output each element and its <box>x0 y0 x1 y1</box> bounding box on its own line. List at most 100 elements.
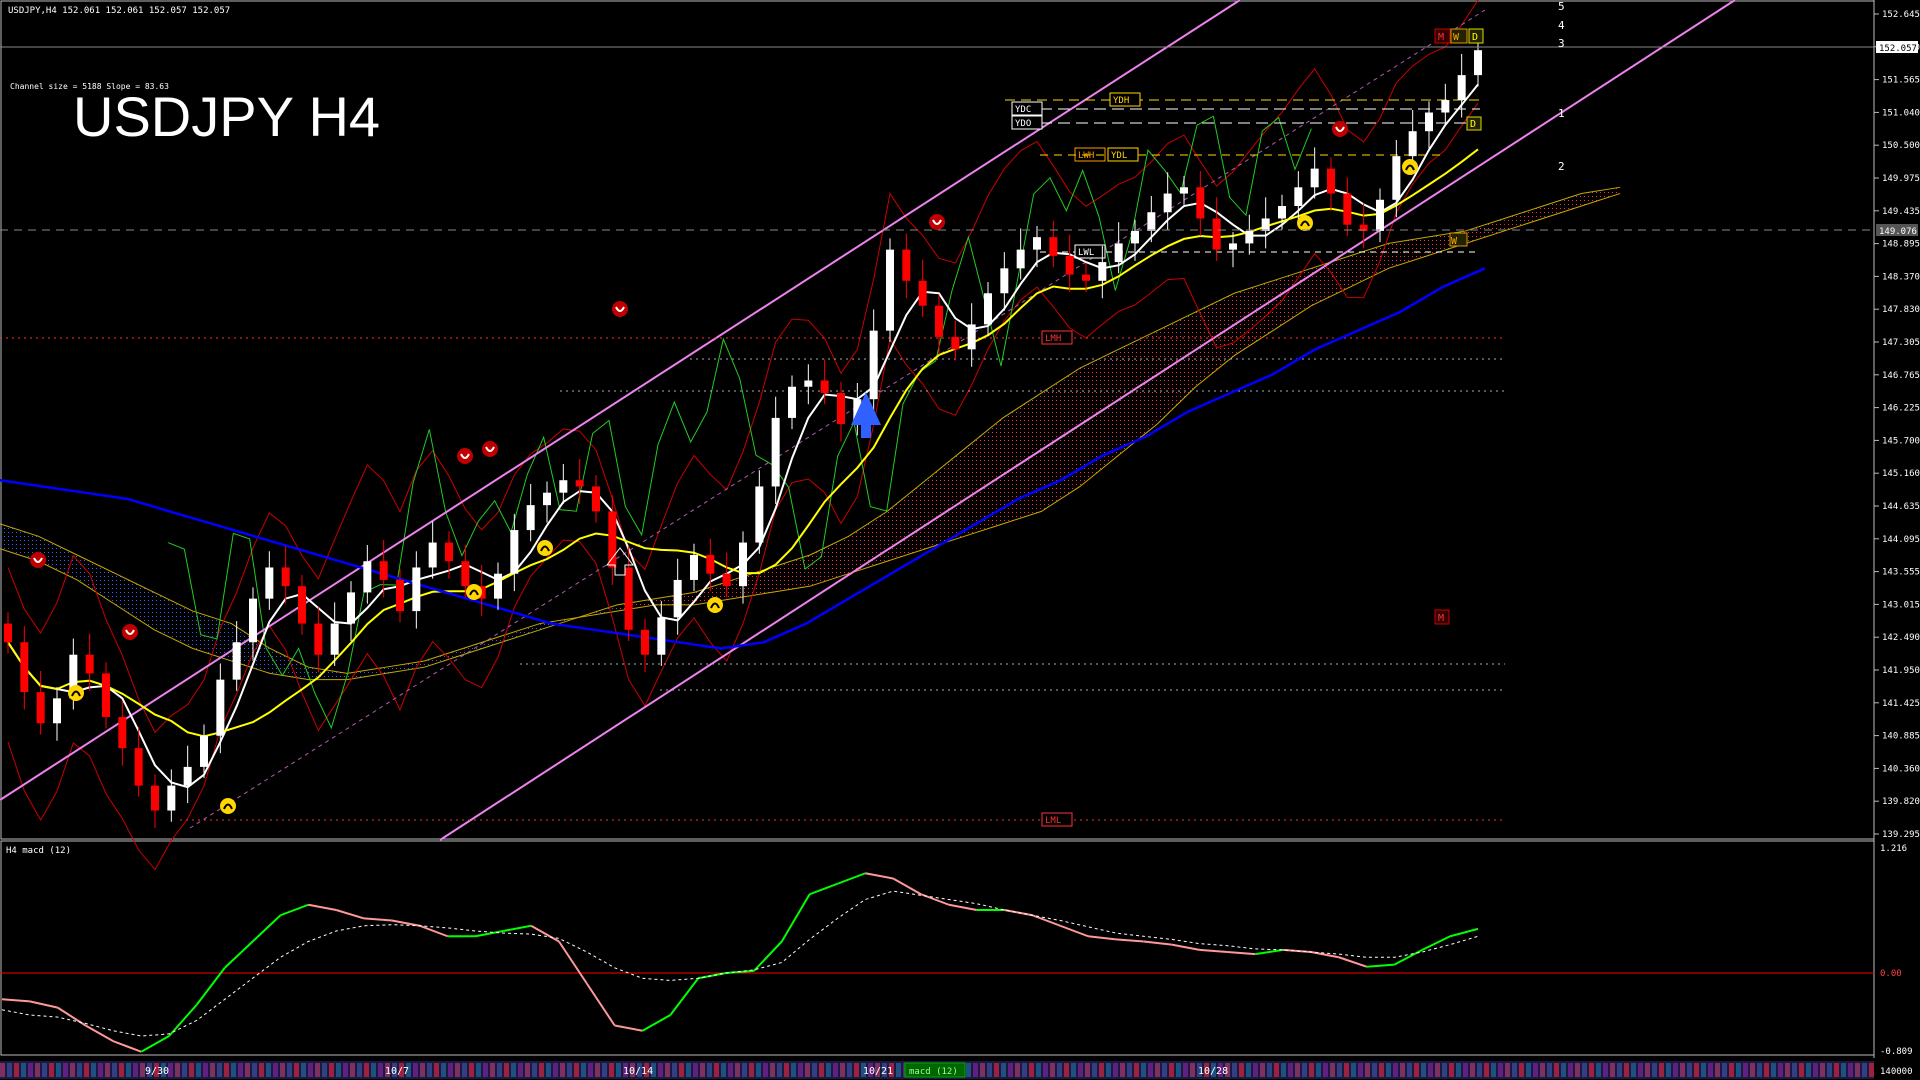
candle-body <box>36 692 45 724</box>
date-strip-cell <box>91 1063 96 1077</box>
macd-segment <box>1255 948 1284 956</box>
date-strip-cell <box>266 1063 271 1077</box>
fractal-high-marker <box>612 301 628 317</box>
date-strip-cell <box>1022 1063 1027 1077</box>
candle-body <box>216 679 225 736</box>
date-strip-cell <box>1484 1063 1489 1077</box>
date-strip-cell <box>1309 1063 1314 1077</box>
candle-body <box>1016 249 1025 269</box>
date-strip-cell <box>343 1063 348 1077</box>
key-levels: YDH YDC YDO LWH YDL LWL LMH LML <box>0 92 1505 827</box>
date-strip-cell <box>203 1063 208 1077</box>
level-label: LML <box>1045 816 1061 826</box>
date-strip-cell <box>707 1063 712 1077</box>
date-strip-cell <box>1365 1063 1370 1077</box>
candle-body <box>608 511 617 568</box>
date-strip-cell <box>14 1063 19 1077</box>
macd-lines <box>1 872 1479 1053</box>
fractal-high-marker <box>122 624 138 640</box>
date-strip-cell <box>1330 1063 1335 1077</box>
date-strip-cell <box>819 1063 824 1077</box>
level-label: YDC <box>1015 105 1031 115</box>
candle-body <box>1408 131 1417 157</box>
date-strip-cell <box>1799 1063 1804 1077</box>
macd-segment <box>837 872 866 885</box>
date-strip-cell <box>616 1063 621 1077</box>
date-strip-cell <box>1071 1063 1076 1077</box>
date-strip-cell <box>1078 1063 1083 1077</box>
date-strip-cell <box>798 1063 803 1077</box>
date-strip-cell <box>560 1063 565 1077</box>
date-strip-cell <box>714 1063 719 1077</box>
symbol-info: USDJPY,H4 152.061 152.061 152.057 152.05… <box>8 6 230 16</box>
date-strip-cell <box>1043 1063 1048 1077</box>
date-strip-cell <box>1512 1063 1517 1077</box>
cloud-segment <box>154 592 193 649</box>
price-tick-label: 144.095 <box>1882 535 1920 545</box>
date-strip-cell <box>1099 1063 1104 1077</box>
date-strip-cell <box>1400 1063 1405 1077</box>
macd-segment <box>363 917 392 922</box>
date-strip-cell <box>1015 1063 1020 1077</box>
date-strip-cell <box>728 1063 733 1077</box>
candle-body <box>379 561 388 580</box>
date-strip-cell <box>532 1063 537 1077</box>
price-marker-label: 152.057 <box>1879 44 1917 54</box>
price-tick-label: 145.700 <box>1882 436 1920 446</box>
cloud-segment <box>1504 206 1543 231</box>
date-strip-cell <box>1827 1063 1832 1077</box>
date-strip-cell <box>1785 1063 1790 1077</box>
date-strip-cell <box>1435 1063 1440 1077</box>
date-strip-cell <box>693 1063 698 1077</box>
price-marker-label: 149.076 <box>1879 227 1917 237</box>
candle-body <box>249 598 257 643</box>
date-strip-cell <box>1582 1063 1587 1077</box>
trading-chart[interactable]: YDH YDC YDO LWH YDL LWL LMH LML USDJPY,H4 152.0… <box>0 0 1920 1080</box>
candle-body <box>788 386 796 418</box>
side-label-w: W <box>1451 236 1458 247</box>
date-strip-cell <box>1701 1063 1706 1077</box>
cloud-segment <box>1465 218 1505 244</box>
date-strip-cell <box>987 1063 992 1077</box>
date-strip-cell <box>1617 1063 1622 1077</box>
candle-body <box>1327 168 1335 194</box>
candle-body <box>412 567 421 612</box>
date-strip-cell <box>1750 1063 1755 1077</box>
date-strip-cell <box>1855 1063 1860 1077</box>
price-tick-label: 147.305 <box>1882 338 1920 348</box>
candle-body <box>1163 193 1172 213</box>
side-labels: D W M <box>1434 116 1482 625</box>
macd-segment <box>642 1014 671 1032</box>
level-label: LWL <box>1078 248 1094 258</box>
date-strip-cell <box>1589 1063 1594 1077</box>
candle-body <box>167 785 176 811</box>
date-label: 10/7 <box>385 1066 409 1077</box>
macd-segment <box>948 903 977 911</box>
date-strip-cell <box>756 1063 761 1077</box>
date-strip-cell <box>119 1063 124 1077</box>
date-strip-cell <box>679 1063 684 1077</box>
date-strip-cell <box>1862 1063 1867 1077</box>
candle-body <box>984 293 992 325</box>
candle-body <box>706 555 715 574</box>
channel-lower <box>439 0 1736 841</box>
date-strip-cell <box>791 1063 796 1077</box>
date-strip-cell <box>1057 1063 1062 1077</box>
candle-body <box>624 567 633 630</box>
date-strip-cell <box>1169 1063 1174 1077</box>
date-strip-cell <box>546 1063 551 1077</box>
date-strip-cell <box>721 1063 726 1077</box>
date-strip-cell <box>357 1063 362 1077</box>
date-strip-cell <box>448 1063 453 1077</box>
date-strip-cell <box>1050 1063 1055 1077</box>
date-strip-cell <box>1463 1063 1468 1077</box>
date-strip-cell <box>1526 1063 1531 1077</box>
macd-segment <box>669 977 700 1016</box>
candle-body <box>1261 218 1270 231</box>
macd-segment <box>1143 940 1172 946</box>
date-strip-cell <box>84 1063 89 1077</box>
date-strip-cell <box>210 1063 215 1077</box>
candle-body <box>837 392 845 425</box>
date-strip-cell <box>742 1063 747 1077</box>
date-strip-cell <box>1008 1063 1013 1077</box>
